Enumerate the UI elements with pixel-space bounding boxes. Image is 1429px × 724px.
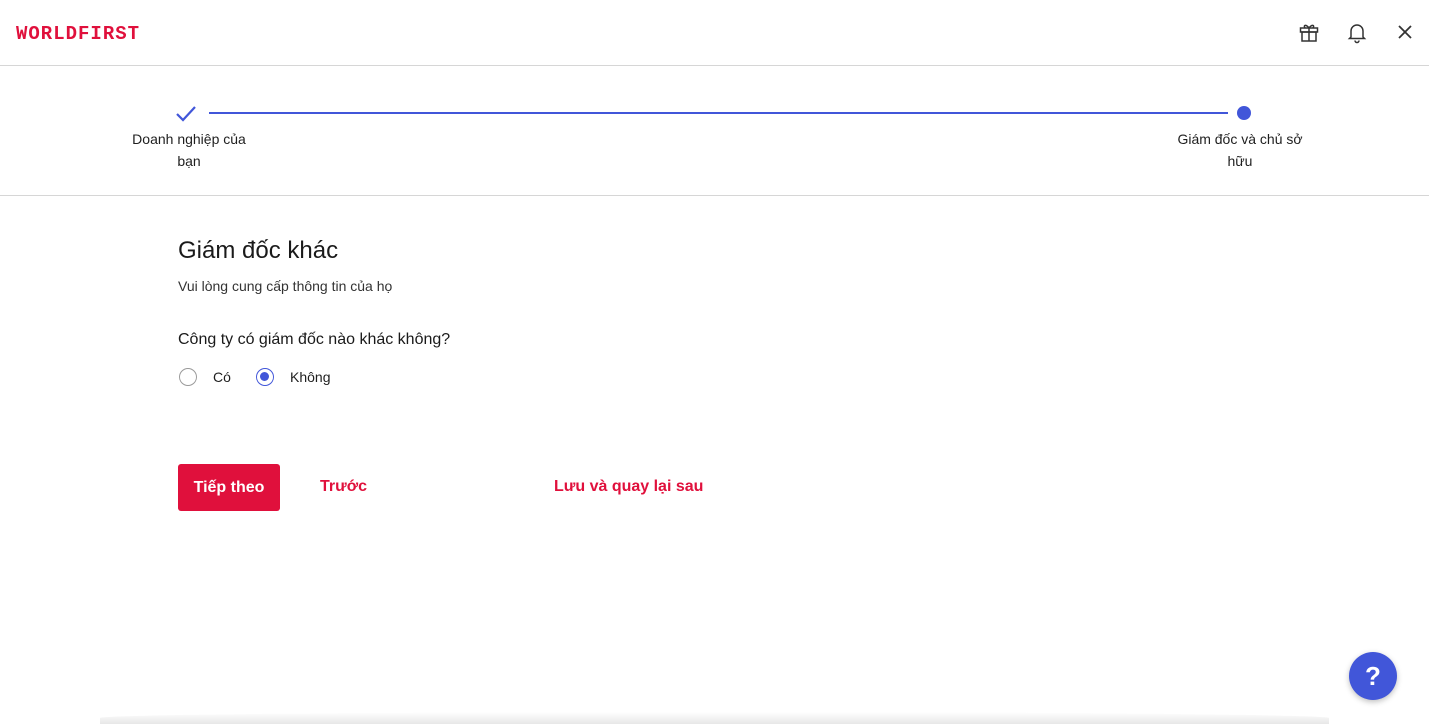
bell-icon[interactable] bbox=[1345, 20, 1369, 44]
radio-label-no: Không bbox=[290, 369, 331, 385]
top-bar: WORLDFIRST bbox=[0, 0, 1429, 66]
help-button[interactable]: ? bbox=[1349, 652, 1397, 700]
close-icon[interactable] bbox=[1393, 20, 1417, 44]
radio-option-no[interactable]: Không bbox=[256, 365, 330, 389]
radio-label-yes: Có bbox=[213, 369, 231, 385]
step-label-directors: Giám đốc và chủ sở hữu bbox=[1177, 131, 1303, 169]
page: WORLDFIRST Doanh nghiệp của bạn Giám đốc… bbox=[0, 0, 1429, 724]
stepper-line bbox=[209, 112, 1228, 114]
next-button[interactable]: Tiếp theo bbox=[178, 464, 280, 511]
save-and-return-later-button[interactable]: Lưu và quay lại sau bbox=[554, 476, 703, 498]
radio-button-yes[interactable] bbox=[179, 368, 197, 386]
worldfirst-logo[interactable]: WORLDFIRST bbox=[16, 23, 140, 45]
radio-option-yes[interactable]: Có bbox=[179, 365, 231, 389]
bottom-shadow bbox=[100, 712, 1329, 724]
step-label-business[interactable]: Doanh nghiệp của bạn bbox=[124, 128, 254, 172]
page-subtitle: Vui lòng cung cấp thông tin của họ bbox=[178, 278, 393, 294]
checkmark-icon bbox=[175, 104, 197, 124]
radio-button-no[interactable] bbox=[256, 368, 274, 386]
progress-stepper: Doanh nghiệp của bạn Giám đốc và chủ sở … bbox=[0, 66, 1429, 196]
page-title: Giám đốc khác bbox=[178, 237, 339, 264]
gift-icon[interactable] bbox=[1297, 20, 1321, 44]
directors-question: Công ty có giám đốc nào khác không? bbox=[178, 331, 451, 348]
previous-button[interactable]: Trước bbox=[320, 476, 367, 498]
current-step-dot bbox=[1237, 106, 1251, 120]
